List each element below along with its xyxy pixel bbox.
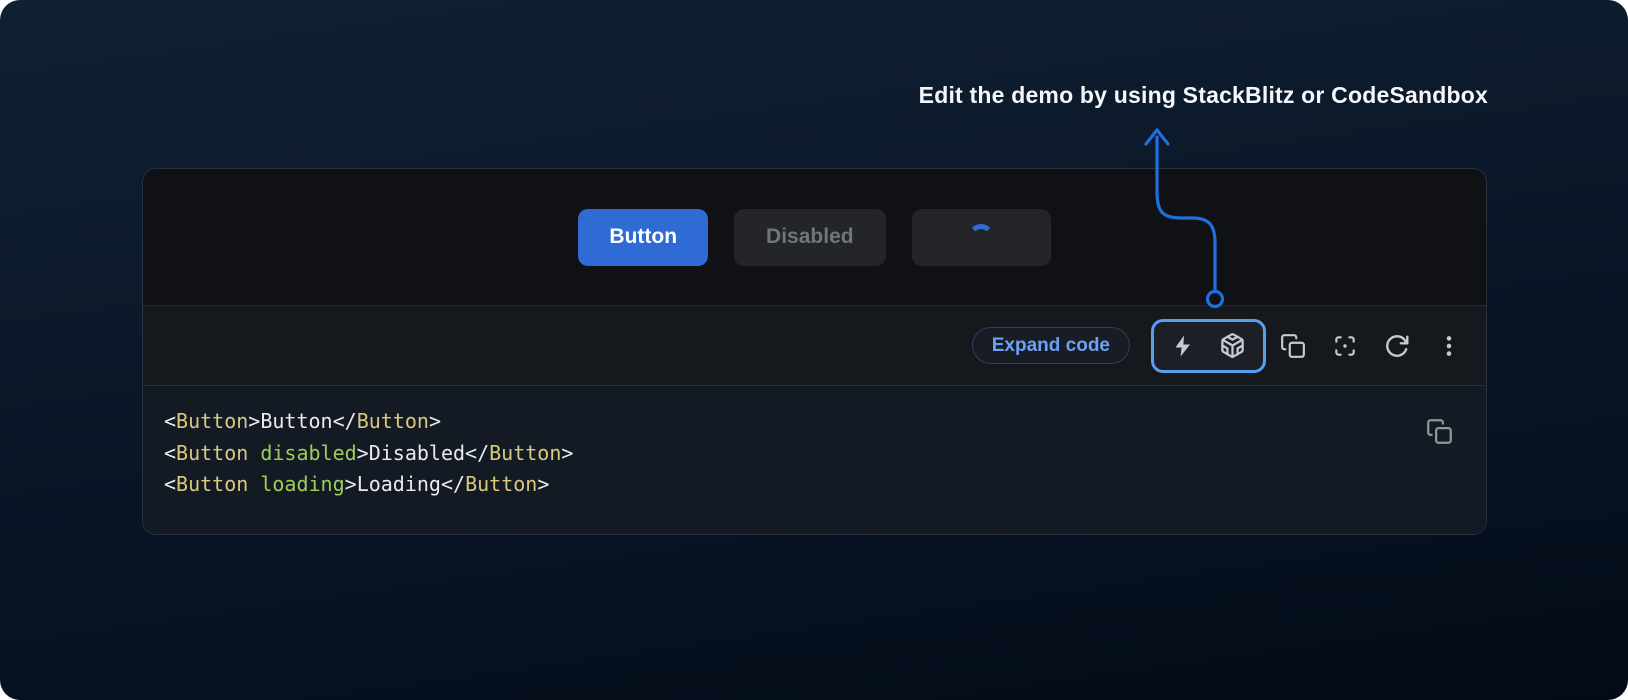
- copy-code-button[interactable]: [1425, 417, 1453, 445]
- refresh-demo-button[interactable]: [1382, 319, 1412, 373]
- code-line: <Button>Button</Button>: [164, 406, 1486, 438]
- demo-primary-button[interactable]: Button: [578, 209, 708, 266]
- code-content: <Button>Button</Button><Button disabled>…: [164, 406, 1486, 501]
- more-options-button[interactable]: [1434, 319, 1464, 373]
- screenshot-icon: [1332, 333, 1358, 359]
- component-demo-panel: Button Disabled Expand code: [142, 168, 1487, 535]
- demo-toolbar: Expand code: [143, 306, 1486, 386]
- component-preview-area: Button Disabled: [143, 169, 1486, 306]
- more-vertical-icon: [1436, 333, 1462, 359]
- code-line: <Button loading>Loading</Button>: [164, 469, 1486, 501]
- stackblitz-icon: [1171, 333, 1195, 359]
- copy-icon: [1280, 333, 1306, 359]
- refresh-icon: [1384, 333, 1410, 359]
- loading-spinner-icon: [968, 224, 994, 250]
- code-line: <Button disabled>Disabled</Button>: [164, 438, 1486, 470]
- demo-disabled-button: Disabled: [734, 209, 886, 266]
- screenshot-button[interactable]: [1330, 319, 1360, 373]
- codesandbox-icon: [1219, 332, 1246, 359]
- demo-card: Edit the demo by using StackBlitz or Cod…: [0, 0, 1628, 700]
- copy-icon: [1426, 418, 1453, 445]
- code-block: <Button>Button</Button><Button disabled>…: [143, 386, 1486, 534]
- copy-demo-button[interactable]: [1278, 319, 1308, 373]
- sandbox-icons-highlight-group: [1151, 319, 1266, 373]
- expand-code-button[interactable]: Expand code: [972, 327, 1130, 364]
- annotation-text: Edit the demo by using StackBlitz or Cod…: [919, 80, 1488, 110]
- codesandbox-button[interactable]: [1219, 332, 1246, 359]
- demo-loading-button: [912, 209, 1051, 266]
- stackblitz-button[interactable]: [1171, 333, 1195, 359]
